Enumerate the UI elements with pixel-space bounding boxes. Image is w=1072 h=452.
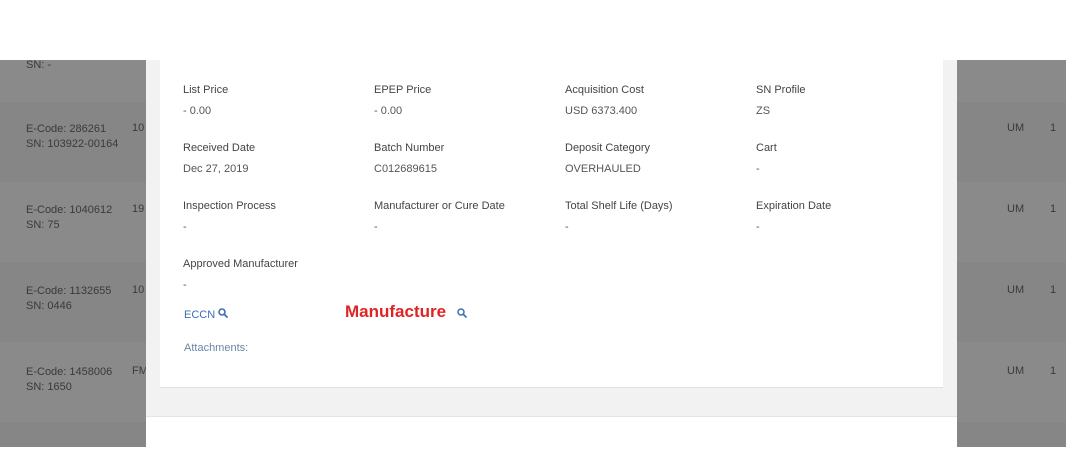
field-value: - (374, 221, 378, 233)
field-label: Deposit Category (565, 142, 650, 154)
row-um: UM (1007, 203, 1025, 215)
row-code: SN: - (26, 60, 126, 73)
field-label: Approved Manufacturer (183, 258, 298, 270)
row-col2: 10 (132, 284, 145, 296)
list-price-field: List Price - 0.00 (183, 83, 228, 118)
modal-footer (146, 416, 957, 452)
manufacturer-cure-date-field: Manufacturer or Cure Date - (374, 199, 505, 234)
row-code-line2: SN: 103922-00164 (26, 138, 119, 150)
row-code: E-Code: 286261 SN: 103922-00164 (26, 122, 126, 152)
batch-number-field: Batch Number C012689615 (374, 141, 444, 176)
field-label: SN Profile (756, 84, 806, 96)
field-value: - (756, 221, 760, 233)
row-qty: 1 (1050, 365, 1057, 377)
approved-manufacturer-field: Approved Manufacturer - (183, 257, 298, 292)
field-label: EPEP Price (374, 84, 432, 96)
cart-field: Cart - (756, 141, 777, 176)
row-col2: 10 (132, 122, 145, 134)
row-qty: 1 (1050, 122, 1057, 134)
field-value: - (183, 279, 187, 291)
page: SN: - E-Code: 286261 SN: 103922-00164 10… (0, 0, 1072, 452)
row-code: E-Code: 1040612 SN: 75 (26, 203, 126, 233)
field-label: Expiration Date (756, 200, 832, 212)
field-label: List Price (183, 84, 229, 96)
field-value: Dec 27, 2019 (183, 163, 249, 175)
epep-price-field: EPEP Price - 0.00 (374, 83, 431, 118)
field-value: C012689615 (374, 163, 438, 175)
search-icon[interactable] (457, 305, 467, 323)
row-code: E-Code: 1132655 SN: 0446 (26, 284, 126, 314)
total-shelf-life-field: Total Shelf Life (Days) - (565, 199, 673, 234)
row-qty: 1 (1050, 203, 1057, 215)
row-code-line1: E-Code: 1132655 (26, 285, 112, 297)
row-col2: 19 (132, 203, 145, 215)
manufacture-annotation: Manufacture (345, 302, 447, 321)
sn-profile-field: SN Profile ZS (756, 83, 806, 118)
field-label: Batch Number (374, 142, 445, 154)
field-label: Received Date (183, 142, 256, 154)
expiration-date-field: Expiration Date - (756, 199, 831, 234)
row-code-line1: E-Code: 1040612 (26, 204, 113, 216)
row-code-line2: SN: 0446 (26, 300, 72, 312)
inspection-process-field: Inspection Process - (183, 199, 276, 234)
detail-card: List Price - 0.00 EPEP Price - 0.00 Acqu… (160, 60, 943, 388)
row-qty: 1 (1050, 284, 1057, 296)
field-label: Total Shelf Life (Days) (565, 200, 673, 212)
detail-modal: List Price - 0.00 EPEP Price - 0.00 Acqu… (146, 60, 957, 452)
received-date-field: Received Date Dec 27, 2019 (183, 141, 255, 176)
row-code-line2: SN: 1650 (26, 381, 72, 393)
row-um: UM (1007, 365, 1025, 377)
row-um: UM (1007, 284, 1025, 296)
deposit-category-field: Deposit Category OVERHAULED (565, 141, 650, 176)
field-value: - 0.00 (374, 105, 403, 117)
field-value: - (565, 221, 569, 233)
row-code-line1: E-Code: 286261 (26, 123, 107, 135)
field-value: USD 6373.400 (565, 105, 638, 117)
eccn-label[interactable]: ECCN (184, 309, 215, 321)
field-label: Inspection Process (183, 200, 276, 212)
field-value: OVERHAULED (565, 163, 641, 175)
field-label: Cart (756, 142, 777, 154)
acquisition-cost-field: Acquisition Cost USD 6373.400 (565, 83, 644, 118)
search-icon[interactable] (218, 308, 229, 321)
field-value: - 0.00 (183, 105, 212, 117)
row-um: UM (1007, 122, 1025, 134)
eccn-link[interactable]: ECCN (184, 308, 229, 321)
row-code-line2: SN: 75 (26, 219, 60, 231)
row-code: E-Code: 1458006 SN: 1650 (26, 365, 126, 395)
row-code-line1: E-Code: 1458006 (26, 366, 113, 378)
field-value: ZS (756, 105, 771, 117)
row-code-line1: SN: - (26, 60, 52, 71)
field-value: - (183, 221, 187, 233)
attachments-label: Attachments: (184, 342, 249, 354)
field-label: Manufacturer or Cure Date (374, 200, 505, 212)
field-value: - (756, 163, 760, 175)
field-label: Acquisition Cost (565, 84, 644, 96)
